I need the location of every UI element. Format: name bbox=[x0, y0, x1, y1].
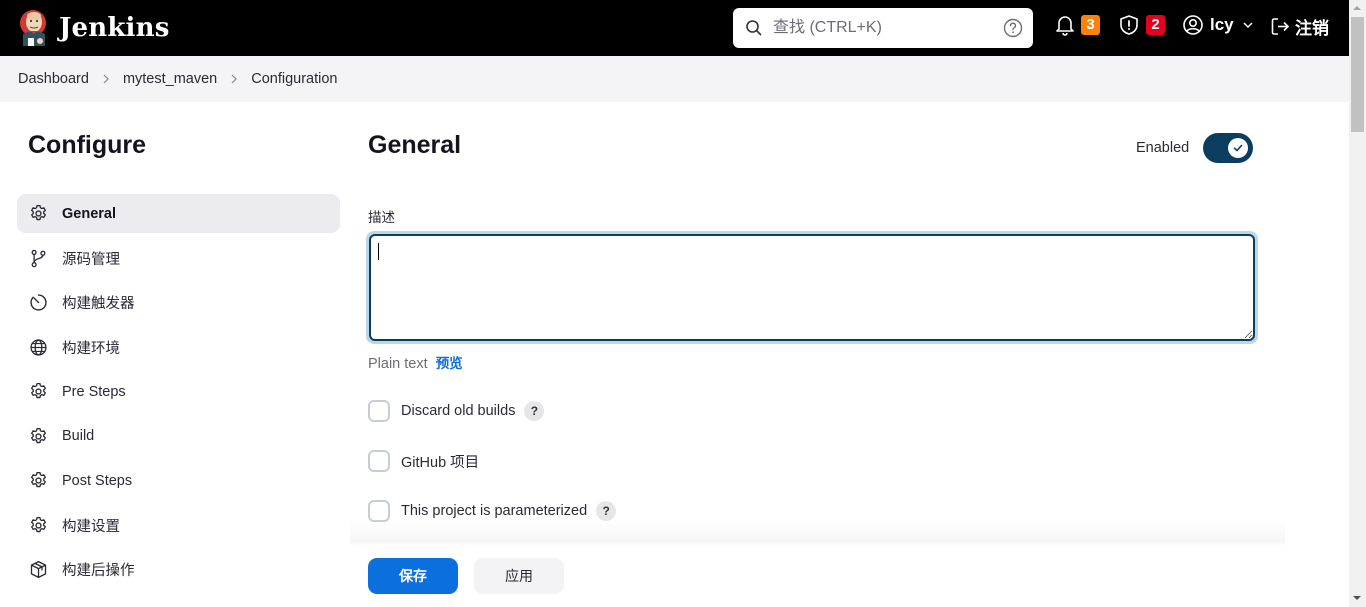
description-textarea[interactable] bbox=[369, 234, 1255, 341]
breadcrumb-configuration[interactable]: Configuration bbox=[251, 71, 337, 87]
breadcrumb-job[interactable]: mytest_maven bbox=[123, 71, 217, 87]
logout-label: 注销 bbox=[1295, 19, 1329, 38]
sidebar-item-build-settings[interactable]: 构建设置 bbox=[17, 506, 340, 545]
sidebar-title: Configure bbox=[28, 131, 147, 159]
chevron-right-icon bbox=[103, 74, 109, 84]
option-label[interactable]: Discard old builds bbox=[401, 403, 515, 419]
user-menu-button[interactable]: lcy bbox=[1182, 14, 1254, 36]
scroll-down-arrow[interactable] bbox=[1353, 596, 1361, 600]
shield-alert-icon bbox=[1120, 15, 1138, 35]
sidebar-item-build-environment[interactable]: 构建环境 bbox=[17, 328, 340, 367]
enabled-label: Enabled bbox=[1136, 140, 1190, 156]
scroll-thumb[interactable] bbox=[1351, 17, 1364, 132]
logout-button[interactable]: 注销 bbox=[1270, 14, 1329, 39]
toggle-knob bbox=[1228, 138, 1249, 158]
page-scrollbar[interactable] bbox=[1349, 0, 1366, 607]
timer-icon bbox=[30, 294, 47, 311]
sidebar-item-pre-steps[interactable]: Pre Steps bbox=[17, 372, 340, 411]
notifications-count-badge: 3 bbox=[1081, 15, 1100, 35]
sidebar-item-label: 构建后操作 bbox=[62, 563, 135, 579]
globe-icon bbox=[30, 338, 47, 356]
security-button[interactable]: 2 bbox=[1118, 14, 1165, 36]
chevron-right-icon bbox=[231, 74, 238, 84]
gear-icon bbox=[31, 204, 46, 221]
help-icon[interactable]: ? bbox=[596, 501, 617, 521]
enabled-control: Enabled bbox=[1136, 133, 1254, 163]
bell-icon bbox=[1056, 16, 1074, 36]
option-github-project: GitHub 项目 bbox=[368, 450, 479, 472]
security-count-badge: 2 bbox=[1146, 15, 1165, 35]
discard-old-builds-checkbox[interactable] bbox=[368, 400, 390, 422]
apply-button[interactable]: 应用 bbox=[474, 558, 564, 594]
sidebar-item-label: 构建设置 bbox=[62, 518, 120, 535]
app-name: Jenkins bbox=[59, 13, 170, 43]
gear-icon bbox=[31, 427, 46, 443]
sidebar-item-build-triggers[interactable]: 构建触发器 bbox=[17, 283, 340, 322]
help-icon[interactable]: ? bbox=[524, 401, 545, 421]
jenkins-logo-icon bbox=[20, 10, 46, 46]
logout-icon bbox=[1271, 18, 1290, 35]
sidebar-item-general[interactable]: General bbox=[17, 194, 340, 233]
gear-icon bbox=[31, 471, 46, 488]
search-help-icon[interactable] bbox=[1003, 18, 1023, 38]
gear-icon bbox=[31, 516, 46, 532]
option-label[interactable]: This project is parameterized bbox=[401, 503, 587, 519]
section-title: General bbox=[368, 131, 462, 159]
search-input[interactable] bbox=[773, 8, 993, 48]
option-label[interactable]: GitHub 项目 bbox=[401, 451, 479, 472]
search-box bbox=[733, 8, 1033, 48]
top-header: Jenkins 3 bbox=[0, 0, 1349, 56]
parameterized-checkbox[interactable] bbox=[368, 500, 390, 522]
description-format-row: Plain text 预览 bbox=[368, 352, 463, 372]
enabled-toggle[interactable] bbox=[1203, 133, 1254, 163]
git-branch-icon bbox=[31, 249, 46, 267]
preview-link[interactable]: 预览 bbox=[436, 356, 463, 371]
breadcrumb-dashboard[interactable]: Dashboard bbox=[18, 71, 89, 87]
save-button[interactable]: 保存 bbox=[368, 558, 458, 594]
search-icon bbox=[746, 20, 762, 36]
description-label: 描述 bbox=[368, 210, 395, 225]
check-icon bbox=[1233, 144, 1243, 152]
sidebar-item-label: General bbox=[62, 205, 116, 222]
option-discard-old-builds: Discard old builds ? bbox=[368, 400, 545, 422]
sidebar-item-label: Pre Steps bbox=[62, 383, 126, 400]
sidebar-item-label: 构建触发器 bbox=[62, 296, 135, 312]
notifications-button[interactable]: 3 bbox=[1055, 14, 1100, 36]
sidebar-item-label: 源码管理 bbox=[62, 251, 120, 268]
scroll-up-arrow[interactable] bbox=[1353, 6, 1361, 10]
sidebar-item-label: Build bbox=[62, 428, 95, 444]
sidebar-item-post-build-actions[interactable]: 构建后操作 bbox=[17, 550, 340, 589]
user-avatar-icon bbox=[1183, 15, 1203, 35]
package-icon bbox=[30, 560, 47, 579]
jenkins-home-link[interactable]: Jenkins bbox=[18, 8, 170, 48]
github-project-checkbox[interactable] bbox=[368, 450, 390, 472]
sidebar-item-label: Post Steps bbox=[62, 472, 133, 489]
format-label: Plain text bbox=[368, 356, 428, 372]
sidebar-item-build[interactable]: Build bbox=[17, 417, 340, 456]
sidebar-nav: General 源码管理 构建触发器 构建环境 Pre Steps Build … bbox=[17, 194, 340, 595]
option-parameterized: This project is parameterized ? bbox=[368, 500, 617, 522]
user-name: lcy bbox=[1210, 15, 1234, 34]
chevron-down-icon bbox=[1243, 22, 1253, 29]
breadcrumb: Dashboard mytest_maven Configuration bbox=[0, 56, 1349, 102]
page: Jenkins 3 bbox=[0, 0, 1349, 607]
sidebar-item-label: 构建环境 bbox=[62, 340, 120, 357]
text-cursor bbox=[378, 243, 379, 260]
gear-icon bbox=[31, 382, 46, 399]
sidebar-item-post-steps[interactable]: Post Steps bbox=[17, 461, 340, 500]
sidebar-item-source-control[interactable]: 源码管理 bbox=[17, 239, 340, 278]
